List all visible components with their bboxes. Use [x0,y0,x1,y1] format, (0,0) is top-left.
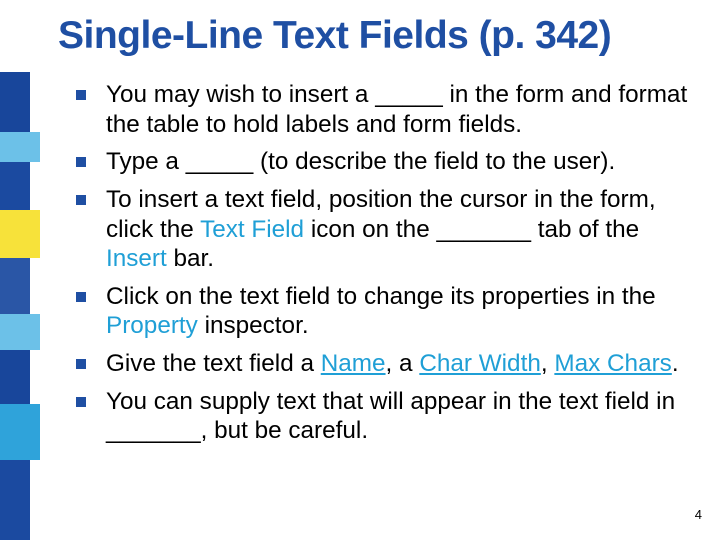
bullet-item: Type a _____ (to describe the field to t… [70,147,696,177]
bullet-text: , a [386,350,420,377]
bullet-text: Name [321,350,386,377]
bullet-text: You may wish to insert a _____ in the fo… [106,81,687,138]
bullet-item: You may wish to insert a _____ in the fo… [70,80,696,139]
bullet-text: You can supply text that will appear in … [106,388,675,445]
slide-number: 4 [695,507,702,522]
bullet-text: Max Chars [554,350,671,377]
decorative-sidebar [0,72,40,540]
bullet-item: You can supply text that will appear in … [70,387,696,446]
slide: Single-Line Text Fields (p. 342) You may… [0,0,720,540]
slide-body: You may wish to insert a _____ in the fo… [70,80,696,454]
bullet-text: , [541,350,555,377]
bullet-text: Type a _____ (to describe the field to t… [106,148,615,175]
bullet-text: Give the text field a [106,350,321,377]
bullet-text: Click on the text field to change its pr… [106,283,656,310]
bullet-text: Insert [106,245,167,272]
bullet-list: You may wish to insert a _____ in the fo… [70,80,696,446]
bullet-item: To insert a text field, position the cur… [70,185,696,274]
bullet-text: Text Field [200,216,304,243]
bullet-text: inspector. [198,312,309,339]
bullet-text: Property [106,312,198,339]
slide-title: Single-Line Text Fields (p. 342) [58,14,700,58]
bullet-text: Char Width [419,350,541,377]
bullet-text: bar. [167,245,214,272]
bullet-text: . [672,350,679,377]
bullet-item: Click on the text field to change its pr… [70,282,696,341]
bullet-item: Give the text field a Name, a Char Width… [70,349,696,379]
bullet-text: icon on the _______ tab of the [304,216,639,243]
